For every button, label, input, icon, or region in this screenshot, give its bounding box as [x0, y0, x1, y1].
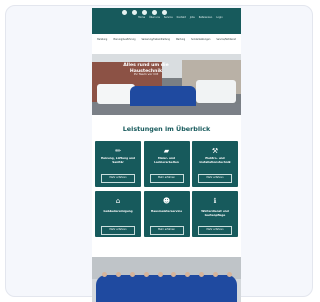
- mail-icon[interactable]: [152, 10, 157, 15]
- section-title: Leistungen im Überblick: [122, 125, 211, 133]
- linkedin-icon[interactable]: [142, 10, 147, 15]
- service-button[interactable]: Mehr erfahren: [149, 226, 184, 235]
- nav-link-contact[interactable]: Kontakt: [177, 16, 186, 19]
- team-photo-faces: [102, 272, 232, 278]
- subnav-item[interactable]: Planung/Ausführung: [113, 38, 135, 54]
- nav-link-about[interactable]: Über uns: [149, 16, 160, 19]
- subnav-item[interactable]: Wartung: [176, 38, 185, 54]
- website-preview[interactable]: Home Über uns Service Kontakt Jobs Refer…: [92, 8, 241, 302]
- subnav-item[interactable]: Sonderleistungen: [191, 38, 210, 54]
- service-button[interactable]: Mehr erfahren: [149, 174, 184, 183]
- nav-link-jobs[interactable]: Jobs: [190, 16, 195, 19]
- paint-roller-icon: ▰: [163, 147, 170, 155]
- service-title: Maler- und Lackierarbeiten: [154, 156, 179, 164]
- service-tile[interactable]: ⌂ Gebäudereinigung Mehr erfahren: [95, 191, 141, 237]
- hammer-icon: ⚒: [211, 147, 219, 155]
- worker-icon: ☻: [162, 197, 171, 205]
- service-title: Winterdienst und Gartenpflege: [201, 209, 229, 217]
- nav-link-home[interactable]: Home: [138, 16, 145, 19]
- service-title: Hausmeisterservice: [150, 209, 183, 213]
- plumbing-icon: ✏: [115, 147, 121, 155]
- phone-icon[interactable]: [162, 10, 167, 15]
- nav-link-service[interactable]: Service: [164, 16, 173, 19]
- hero-subtitle: Ihr Team vor Ort: [133, 72, 159, 76]
- service-button[interactable]: Mehr erfahren: [198, 174, 232, 183]
- facebook-icon[interactable]: [122, 10, 127, 15]
- info-icon: ℹ: [213, 197, 217, 205]
- subnav-item[interactable]: Sanierung/Instandhaltung: [142, 38, 170, 54]
- sub-navigation: Beratung Planung/Ausführung Sanierung/In…: [92, 34, 241, 54]
- social-links: [122, 10, 167, 15]
- team-photo-people: [96, 275, 237, 302]
- hero-van-right: [196, 80, 236, 103]
- services-grid: ✏ Heizung, Lüftung und Sanitär Mehr erfa…: [95, 141, 238, 237]
- instagram-icon[interactable]: [132, 10, 137, 15]
- top-navigation: Home Über uns Service Kontakt Jobs Refer…: [138, 16, 238, 19]
- subnav-item[interactable]: Service/Notdienst: [216, 38, 235, 54]
- home-icon: ⌂: [115, 197, 121, 205]
- service-button[interactable]: Mehr erfahren: [101, 226, 135, 235]
- service-button[interactable]: Mehr erfahren: [101, 174, 135, 183]
- service-title: Elektro- und Installationstechnik: [199, 156, 231, 164]
- subnav-item[interactable]: Beratung: [97, 38, 107, 54]
- service-tile[interactable]: ✏ Heizung, Lüftung und Sanitär Mehr erfa…: [95, 141, 141, 187]
- nav-link-references[interactable]: Referenzen: [199, 16, 213, 19]
- hero-team-group: [130, 86, 196, 106]
- nav-link-login[interactable]: Login: [216, 16, 222, 19]
- service-tile[interactable]: ☻ Hausmeisterservice Mehr erfahren: [143, 191, 190, 237]
- hero-image: Alles rund um die Haustechnik Ihr Team v…: [92, 54, 241, 115]
- service-title: Gebäudereinigung: [103, 209, 133, 213]
- service-tile[interactable]: ▰ Maler- und Lackierarbeiten Mehr erfahr…: [143, 141, 190, 187]
- service-tile[interactable]: ⚒ Elektro- und Installationstechnik Mehr…: [192, 141, 238, 187]
- service-title: Heizung, Lüftung und Sanitär: [100, 156, 136, 164]
- service-tile[interactable]: ℹ Winterdienst und Gartenpflege Mehr erf…: [192, 191, 238, 237]
- team-photo: [92, 257, 241, 302]
- top-bar: Home Über uns Service Kontakt Jobs Refer…: [92, 8, 241, 34]
- service-button[interactable]: Mehr erfahren: [198, 226, 232, 235]
